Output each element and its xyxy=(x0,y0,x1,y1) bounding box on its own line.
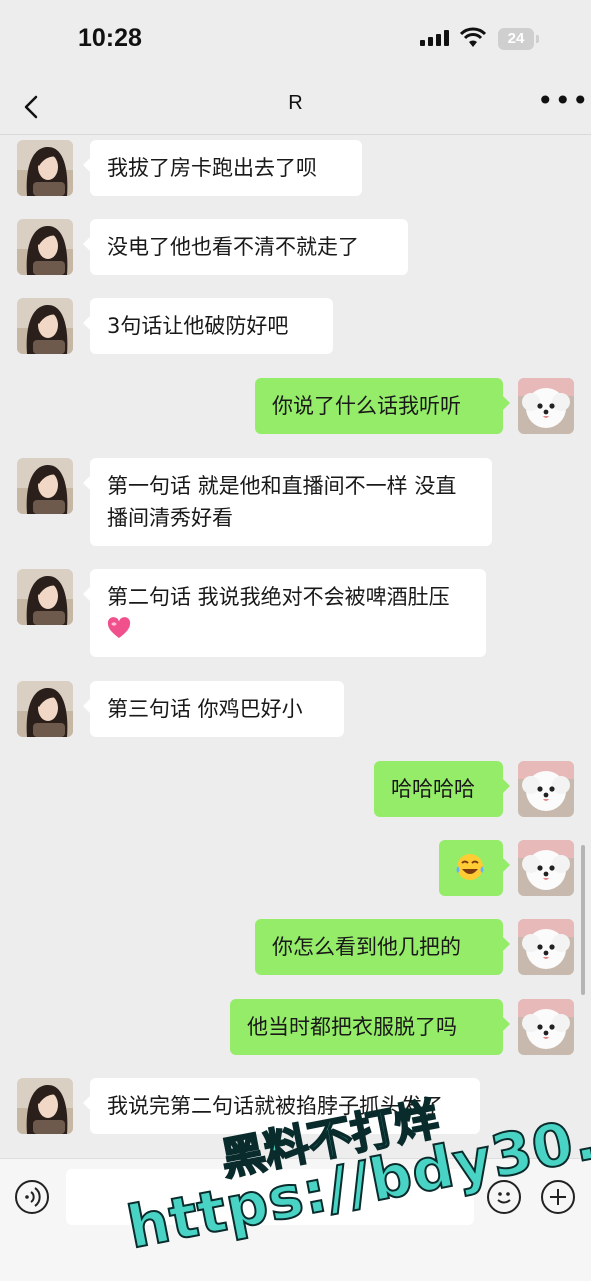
message-input[interactable] xyxy=(66,1169,474,1225)
plus-icon xyxy=(550,1189,566,1205)
voice-icon xyxy=(25,1187,41,1207)
message-bubble[interactable]: 他当时都把衣服脱了吗 xyxy=(230,999,510,1055)
cellular-signal-icon xyxy=(420,30,450,46)
status-bar: 10:28 24 xyxy=(0,0,591,80)
message-bubble[interactable] xyxy=(439,840,510,896)
message-bubble[interactable]: 3句话让他破防好吧 xyxy=(83,298,333,354)
message-bubble[interactable]: 第二句话 我说我绝对不会被啤酒肚压 xyxy=(83,569,486,657)
message-bubble[interactable]: 第一句话 就是他和直播间不一样 没直播间清秀好看 xyxy=(83,458,492,546)
more-functions-button[interactable] xyxy=(541,1180,575,1214)
more-options-icon[interactable]: ••• xyxy=(537,87,589,118)
message-bubble[interactable]: 我拔了房卡跑出去了呗 xyxy=(83,140,362,196)
battery-icon: 24 xyxy=(498,28,539,50)
heart-emoji-icon xyxy=(107,617,131,638)
my-avatar[interactable] xyxy=(518,919,574,975)
my-avatar[interactable] xyxy=(518,378,574,434)
my-avatar[interactable] xyxy=(518,761,574,817)
contact-avatar[interactable] xyxy=(17,569,73,625)
contact-avatar[interactable] xyxy=(17,458,73,514)
message-bubble[interactable]: 我说完第二句话就被掐脖子抓头发了 xyxy=(83,1078,480,1134)
my-avatar[interactable] xyxy=(518,840,574,896)
chat-title: R xyxy=(288,92,303,114)
contact-avatar[interactable] xyxy=(17,219,73,275)
message-list[interactable]: 我拔了房卡跑出去了呗 没电了他也看不清不就走了 3句话让他破防好吧 你说了什么话… xyxy=(0,135,591,1158)
emoji-button[interactable] xyxy=(487,1180,521,1214)
message-bubble[interactable]: 第三句话 你鸡巴好小 xyxy=(83,681,344,737)
contact-avatar[interactable] xyxy=(17,681,73,737)
my-avatar[interactable] xyxy=(518,999,574,1055)
message-bubble[interactable]: 你说了什么话我听听 xyxy=(255,378,510,434)
clock: 10:28 xyxy=(78,24,142,52)
tears-of-joy-emoji-icon xyxy=(456,854,484,880)
scrollbar[interactable] xyxy=(581,845,585,995)
contact-avatar[interactable] xyxy=(17,140,73,196)
message-bubble[interactable]: 没电了他也看不清不就走了 xyxy=(83,219,408,275)
chat-header: R ••• xyxy=(0,80,591,135)
contact-avatar[interactable] xyxy=(17,1078,73,1134)
wifi-icon xyxy=(460,27,486,47)
smiley-icon xyxy=(497,1192,511,1204)
message-text: 第二句话 我说我绝对不会被啤酒肚压 xyxy=(107,585,450,609)
message-bubble[interactable]: 哈哈哈哈 xyxy=(374,761,510,817)
contact-avatar[interactable] xyxy=(17,298,73,354)
input-bar xyxy=(0,1158,591,1281)
voice-input-button[interactable] xyxy=(15,1180,49,1214)
message-bubble[interactable]: 你怎么看到他几把的 xyxy=(255,919,510,975)
